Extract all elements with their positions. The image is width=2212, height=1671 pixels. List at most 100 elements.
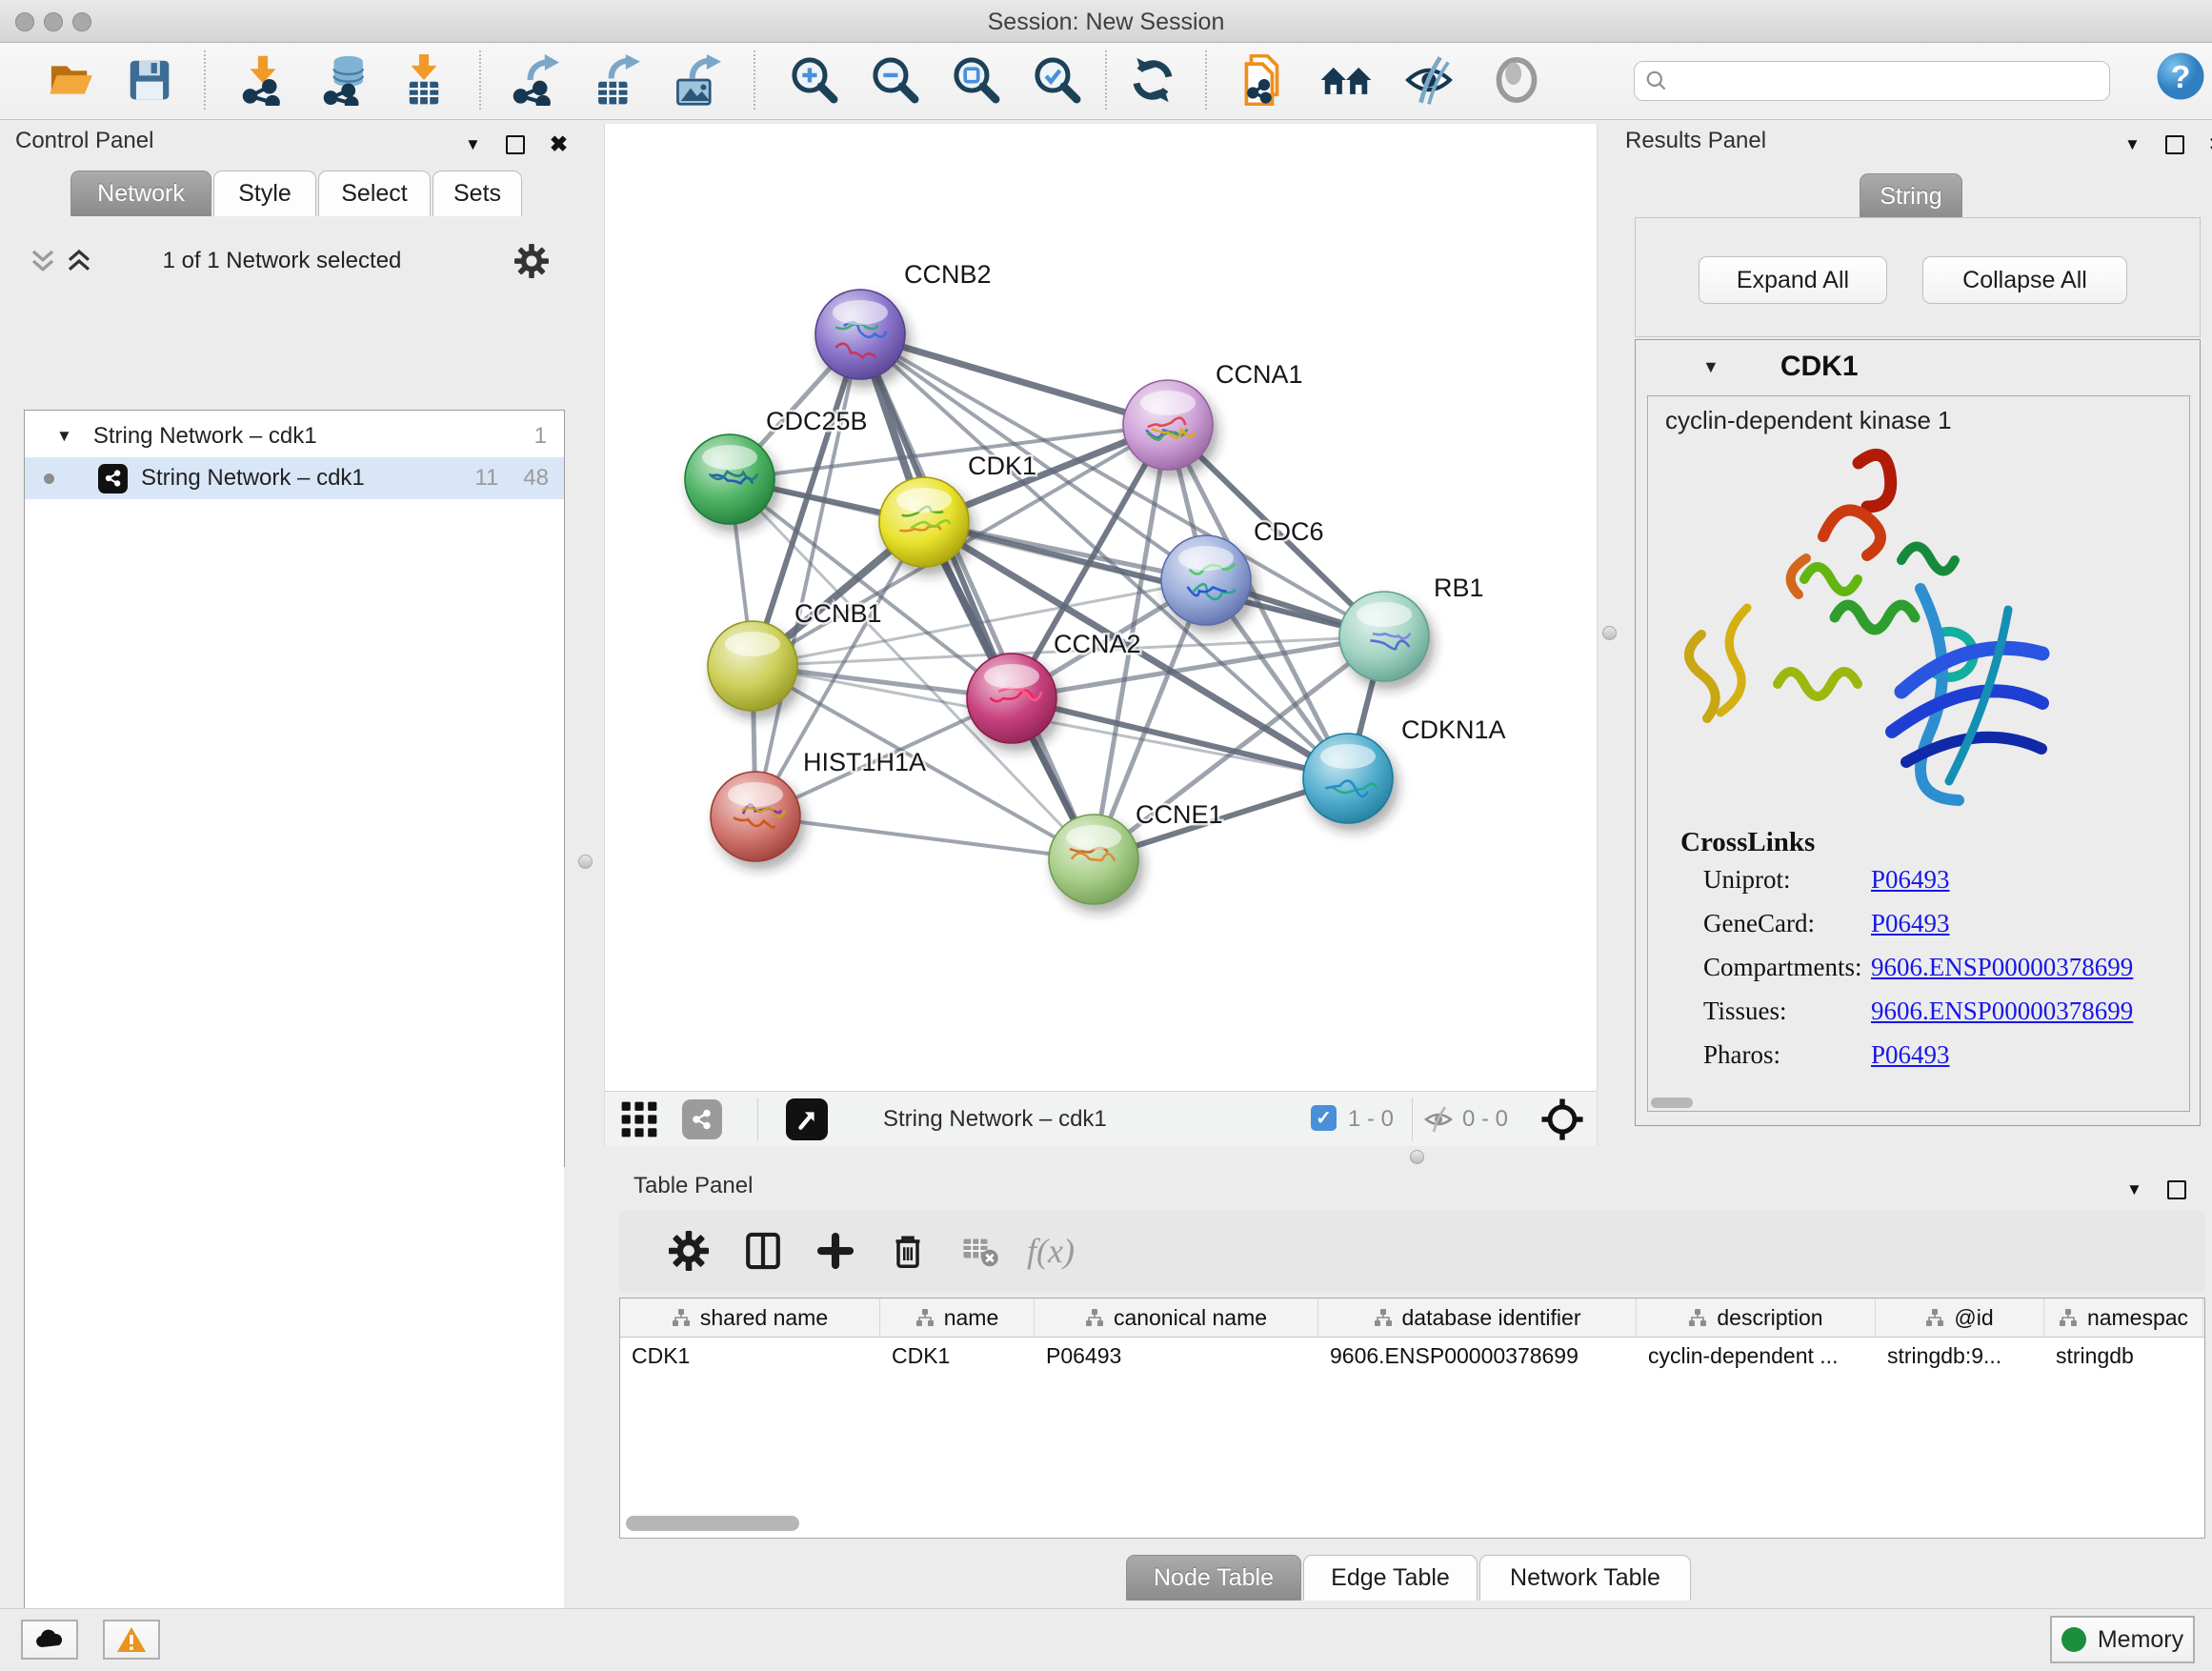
- table-hscrollbar[interactable]: [626, 1516, 799, 1531]
- table-settings-button[interactable]: [667, 1229, 711, 1273]
- show-columns-button[interactable]: [741, 1229, 785, 1273]
- table-row[interactable]: CDK1CDK1P064939606.ENSP00000378699cyclin…: [620, 1337, 2204, 1375]
- zoom-fit-button[interactable]: [950, 53, 1003, 107]
- network-view-canvas[interactable]: CCNB2CCNA1CDC25BCDK1CDC6RB1CCNB1CCNA2CDK…: [604, 124, 1598, 1091]
- table-cell[interactable]: CDK1: [620, 1337, 880, 1375]
- zoom-out-icon: [870, 54, 921, 106]
- detach-view-button[interactable]: [786, 1098, 828, 1140]
- network-row[interactable]: String Network – cdk1 11 48: [25, 457, 564, 499]
- tab-network-table[interactable]: Network Table: [1479, 1555, 1691, 1601]
- maximize-panel-button[interactable]: [2167, 1180, 2186, 1199]
- import-network-from-database-button[interactable]: [320, 53, 373, 107]
- column-header-database-identifier[interactable]: database identifier: [1318, 1299, 1637, 1337]
- search-input[interactable]: [1669, 68, 2109, 94]
- close-panel-button[interactable]: ✖: [550, 131, 568, 157]
- tab-style[interactable]: Style: [213, 171, 316, 216]
- cloud-icon: [33, 1627, 66, 1652]
- grid-view-button[interactable]: [619, 1099, 659, 1144]
- crosslink-label: Uniprot:: [1703, 865, 1791, 895]
- network-view-toolbar: String Network – cdk1 ✓ 1 - 0 0 - 0: [604, 1091, 1598, 1146]
- float-panel-button[interactable]: ▼: [465, 135, 481, 154]
- memory-button[interactable]: Memory: [2050, 1616, 2195, 1663]
- create-column-button[interactable]: [814, 1229, 857, 1273]
- network-collection-row[interactable]: ▼ String Network – cdk1 1: [25, 415, 564, 457]
- node-label-CCNA1: CCNA1: [1216, 360, 1303, 389]
- tab-edge-table[interactable]: Edge Table: [1303, 1555, 1478, 1601]
- column-header-description[interactable]: description: [1637, 1299, 1876, 1337]
- export-network-button[interactable]: [507, 53, 560, 107]
- gear-icon[interactable]: [514, 244, 549, 278]
- node-label-CCNB1: CCNB1: [794, 599, 882, 628]
- network-node-CCNB1[interactable]: CCNB1: [708, 599, 882, 711]
- crosslink-link[interactable]: P06493: [1871, 1040, 1950, 1070]
- network-node-RB1[interactable]: RB1: [1339, 574, 1484, 681]
- tab-select[interactable]: Select: [318, 171, 431, 216]
- expand-all-button[interactable]: Expand All: [1699, 256, 1887, 304]
- network-view-type-button[interactable]: [682, 1099, 722, 1139]
- column-header-canonical-name[interactable]: canonical name: [1035, 1299, 1318, 1337]
- crosslink-link[interactable]: P06493: [1871, 865, 1950, 895]
- column-header-name[interactable]: name: [880, 1299, 1035, 1337]
- collapse-all-button[interactable]: Collapse All: [1922, 256, 2127, 304]
- tab-sets[interactable]: Sets: [432, 171, 522, 216]
- zoom-out-button[interactable]: [869, 53, 922, 107]
- import-network-from-file-button[interactable]: [1237, 53, 1291, 107]
- save-session-button[interactable]: [123, 53, 176, 107]
- import-table-button[interactable]: [397, 53, 451, 107]
- crosslink-link[interactable]: 9606.ENSP00000378699: [1871, 953, 2133, 982]
- gene-section-header[interactable]: ▼ CDK1: [1636, 340, 2200, 393]
- selected-checkbox[interactable]: ✓: [1311, 1105, 1337, 1131]
- column-header-namespac[interactable]: namespac: [2044, 1299, 2203, 1337]
- column-header-@id[interactable]: @id: [1876, 1299, 2044, 1337]
- delete-column-button[interactable]: [886, 1229, 930, 1273]
- maximize-panel-button[interactable]: [2165, 135, 2184, 154]
- float-panel-button[interactable]: ▼: [2124, 135, 2141, 154]
- tab-node-table[interactable]: Node Table: [1126, 1555, 1301, 1601]
- network-graph[interactable]: CCNB2CCNA1CDC25BCDK1CDC6RB1CCNB1CCNA2CDK…: [605, 124, 1597, 1089]
- help-button[interactable]: ?: [2154, 50, 2207, 103]
- bottom-splitter-handle[interactable]: [1410, 1150, 1424, 1164]
- search-field[interactable]: [1634, 61, 2110, 101]
- tab-network[interactable]: Network: [70, 171, 211, 216]
- maximize-panel-button[interactable]: [506, 135, 525, 154]
- network-node-CDKN1A[interactable]: CDKN1A: [1303, 715, 1506, 823]
- delete-table-button[interactable]: [958, 1229, 1002, 1273]
- table-cell[interactable]: P06493: [1035, 1337, 1318, 1375]
- zoom-in-button[interactable]: [788, 53, 841, 107]
- zoom-selected-button[interactable]: [1031, 53, 1084, 107]
- crosslink-link[interactable]: P06493: [1871, 909, 1950, 938]
- import-network-file-button[interactable]: [236, 53, 290, 107]
- tab-string[interactable]: String: [1860, 173, 1962, 219]
- network-node-HIST1H1A[interactable]: HIST1H1A: [711, 748, 926, 861]
- crosslink-link[interactable]: 9606.ENSP00000378699: [1871, 997, 2133, 1026]
- table-cell[interactable]: cyclin-dependent ...: [1637, 1337, 1876, 1375]
- right-splitter-handle[interactable]: [1602, 626, 1617, 640]
- node-table[interactable]: shared namenamecanonical namedatabase id…: [619, 1298, 2205, 1539]
- table-cell[interactable]: 9606.ENSP00000378699: [1318, 1337, 1637, 1375]
- warnings-button[interactable]: [103, 1620, 160, 1660]
- table-cell[interactable]: stringdb: [2044, 1337, 2203, 1375]
- refresh-layout-button[interactable]: [1126, 53, 1179, 107]
- network-node-CCNA1[interactable]: CCNA1: [1123, 360, 1303, 470]
- table-cell[interactable]: stringdb:9...: [1876, 1337, 2044, 1375]
- control-panel-tabs: NetworkStyleSelectSets: [70, 171, 524, 216]
- results-hscrollbar[interactable]: [1651, 1097, 1693, 1108]
- export-image-button[interactable]: [669, 53, 722, 107]
- function-builder-button[interactable]: f(x): [1029, 1229, 1073, 1273]
- show-all-button[interactable]: [1490, 53, 1543, 107]
- table-cell[interactable]: CDK1: [880, 1337, 1035, 1375]
- section-caret-icon[interactable]: ▼: [1702, 357, 1719, 377]
- open-session-button[interactable]: [45, 53, 98, 107]
- node-label-HIST1H1A: HIST1H1A: [803, 748, 926, 776]
- left-splitter-handle[interactable]: [578, 855, 593, 869]
- first-neighbors-button[interactable]: [1319, 53, 1373, 107]
- collection-caret-icon[interactable]: ▼: [56, 427, 72, 446]
- float-panel-button[interactable]: ▼: [2126, 1180, 2142, 1199]
- window-title: Session: New Session: [0, 9, 2212, 36]
- export-table-button[interactable]: [588, 53, 641, 107]
- column-header-shared-name[interactable]: shared name: [620, 1299, 880, 1337]
- cloud-status-button[interactable]: [21, 1620, 78, 1660]
- hide-selected-button[interactable]: [1402, 53, 1456, 107]
- document-network-icon: [1238, 54, 1290, 106]
- navigator-button[interactable]: [1540, 1097, 1584, 1146]
